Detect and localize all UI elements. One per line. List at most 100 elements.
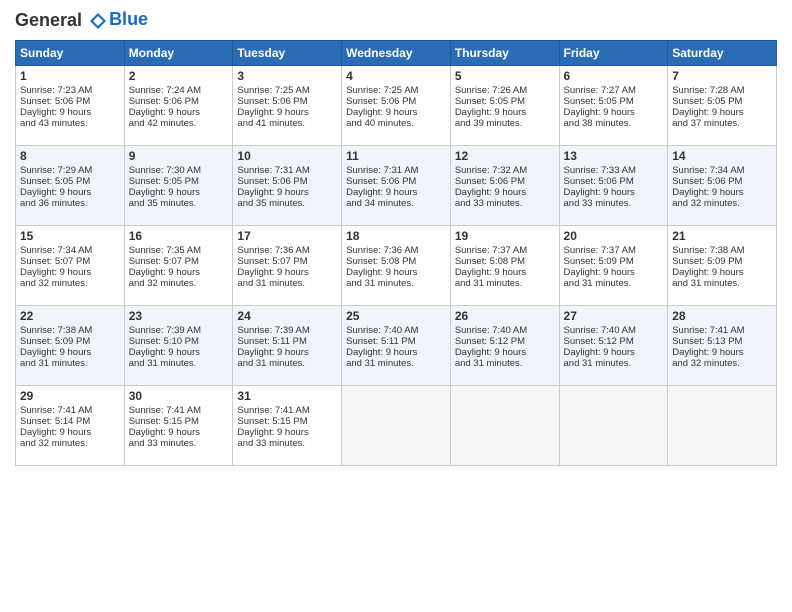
calendar-week-row: 1Sunrise: 7:23 AMSunset: 5:06 PMDaylight… bbox=[16, 65, 777, 145]
day-number: 7 bbox=[672, 69, 772, 83]
cell-line: and 31 minutes. bbox=[346, 278, 446, 289]
cell-line: and 39 minutes. bbox=[455, 118, 555, 129]
day-number: 8 bbox=[20, 149, 120, 163]
cell-line: Daylight: 9 hours bbox=[564, 107, 664, 118]
cell-line: Sunset: 5:06 PM bbox=[237, 176, 337, 187]
day-number: 6 bbox=[564, 69, 664, 83]
cell-line: Sunset: 5:05 PM bbox=[129, 176, 229, 187]
cell-line: Sunrise: 7:35 AM bbox=[129, 245, 229, 256]
cell-line: Sunrise: 7:26 AM bbox=[455, 85, 555, 96]
day-number: 22 bbox=[20, 309, 120, 323]
cell-line: Sunset: 5:15 PM bbox=[237, 416, 337, 427]
cell-line: Sunrise: 7:28 AM bbox=[672, 85, 772, 96]
day-number: 23 bbox=[129, 309, 229, 323]
cell-line: Daylight: 9 hours bbox=[672, 267, 772, 278]
cell-line: Daylight: 9 hours bbox=[237, 107, 337, 118]
page-header: General Blue bbox=[15, 10, 777, 32]
header-cell-friday: Friday bbox=[559, 40, 668, 65]
cell-line: and 32 minutes. bbox=[20, 438, 120, 449]
calendar-cell bbox=[342, 385, 451, 465]
cell-line: Sunrise: 7:41 AM bbox=[237, 405, 337, 416]
cell-line: and 38 minutes. bbox=[564, 118, 664, 129]
cell-line: and 31 minutes. bbox=[564, 358, 664, 369]
cell-line: Sunrise: 7:37 AM bbox=[564, 245, 664, 256]
cell-line: Daylight: 9 hours bbox=[129, 187, 229, 198]
cell-line: Sunset: 5:15 PM bbox=[129, 416, 229, 427]
cell-line: and 31 minutes. bbox=[672, 278, 772, 289]
calendar-cell: 8Sunrise: 7:29 AMSunset: 5:05 PMDaylight… bbox=[16, 145, 125, 225]
cell-line: and 31 minutes. bbox=[564, 278, 664, 289]
cell-line: Sunrise: 7:39 AM bbox=[129, 325, 229, 336]
day-number: 1 bbox=[20, 69, 120, 83]
calendar-cell: 16Sunrise: 7:35 AMSunset: 5:07 PMDayligh… bbox=[124, 225, 233, 305]
calendar-cell: 20 Sunrise: 7:37 AMSunset: 5:09 PMDayligh… bbox=[559, 225, 668, 305]
cell-line: Sunset: 5:06 PM bbox=[237, 96, 337, 107]
day-number: 4 bbox=[346, 69, 446, 83]
header-cell-tuesday: Tuesday bbox=[233, 40, 342, 65]
cell-line: Sunset: 5:05 PM bbox=[672, 96, 772, 107]
cell-line: Sunrise: 7:36 AM bbox=[346, 245, 446, 256]
cell-line: and 32 minutes. bbox=[20, 278, 120, 289]
cell-line: Sunrise: 7:23 AM bbox=[20, 85, 120, 96]
day-number: 3 bbox=[237, 69, 337, 83]
day-number: 16 bbox=[129, 229, 229, 243]
cell-line: Sunrise: 7:27 AM bbox=[564, 85, 664, 96]
calendar-cell: 6Sunrise: 7:27 AMSunset: 5:05 PMDaylight… bbox=[559, 65, 668, 145]
cell-line: Daylight: 9 hours bbox=[237, 347, 337, 358]
cell-line: Daylight: 9 hours bbox=[564, 187, 664, 198]
cell-line: Sunset: 5:06 PM bbox=[129, 96, 229, 107]
calendar-cell: 9Sunrise: 7:30 AMSunset: 5:05 PMDaylight… bbox=[124, 145, 233, 225]
day-number: 20 bbox=[564, 229, 664, 243]
cell-line: and 31 minutes. bbox=[20, 358, 120, 369]
calendar-cell: 25Sunrise: 7:40 AMSunset: 5:11 PMDayligh… bbox=[342, 305, 451, 385]
cell-line: Daylight: 9 hours bbox=[564, 347, 664, 358]
calendar-cell: 29Sunrise: 7:41 AMSunset: 5:14 PMDayligh… bbox=[16, 385, 125, 465]
calendar-cell: 23Sunrise: 7:39 AMSunset: 5:10 PMDayligh… bbox=[124, 305, 233, 385]
day-number: 14 bbox=[672, 149, 772, 163]
cell-line: and 42 minutes. bbox=[129, 118, 229, 129]
day-number: 28 bbox=[672, 309, 772, 323]
day-number: 17 bbox=[237, 229, 337, 243]
calendar-cell: 28Sunrise: 7:41 AMSunset: 5:13 PMDayligh… bbox=[668, 305, 777, 385]
cell-line: Sunrise: 7:34 AM bbox=[20, 245, 120, 256]
cell-line: Sunrise: 7:39 AM bbox=[237, 325, 337, 336]
day-number: 15 bbox=[20, 229, 120, 243]
calendar-cell: 11Sunrise: 7:31 AMSunset: 5:06 PMDayligh… bbox=[342, 145, 451, 225]
calendar-week-row: 15Sunrise: 7:34 AMSunset: 5:07 PMDayligh… bbox=[16, 225, 777, 305]
cell-line: Sunset: 5:06 PM bbox=[346, 96, 446, 107]
cell-line: and 31 minutes. bbox=[237, 278, 337, 289]
cell-line: Daylight: 9 hours bbox=[129, 427, 229, 438]
day-number: 21 bbox=[672, 229, 772, 243]
cell-line: Daylight: 9 hours bbox=[129, 107, 229, 118]
cell-line: Sunset: 5:13 PM bbox=[672, 336, 772, 347]
cell-line: Sunset: 5:12 PM bbox=[564, 336, 664, 347]
cell-line: Daylight: 9 hours bbox=[20, 267, 120, 278]
cell-line: Daylight: 9 hours bbox=[346, 347, 446, 358]
day-number: 31 bbox=[237, 389, 337, 403]
cell-line: Sunrise: 7:40 AM bbox=[346, 325, 446, 336]
calendar-week-row: 22Sunrise: 7:38 AMSunset: 5:09 PMDayligh… bbox=[16, 305, 777, 385]
cell-line: and 31 minutes. bbox=[346, 358, 446, 369]
cell-line: and 33 minutes. bbox=[455, 198, 555, 209]
calendar-cell: 1Sunrise: 7:23 AMSunset: 5:06 PMDaylight… bbox=[16, 65, 125, 145]
day-number: 18 bbox=[346, 229, 446, 243]
cell-line: Sunset: 5:06 PM bbox=[564, 176, 664, 187]
cell-line: and 31 minutes. bbox=[237, 358, 337, 369]
cell-line: Daylight: 9 hours bbox=[564, 267, 664, 278]
cell-line: and 32 minutes. bbox=[129, 278, 229, 289]
cell-line: Sunset: 5:12 PM bbox=[455, 336, 555, 347]
cell-line: Sunset: 5:06 PM bbox=[346, 176, 446, 187]
day-number: 30 bbox=[129, 389, 229, 403]
header-cell-wednesday: Wednesday bbox=[342, 40, 451, 65]
cell-line: Sunset: 5:10 PM bbox=[129, 336, 229, 347]
cell-line: and 37 minutes. bbox=[672, 118, 772, 129]
cell-line: Daylight: 9 hours bbox=[346, 107, 446, 118]
cell-line: Sunset: 5:09 PM bbox=[20, 336, 120, 347]
day-number: 12 bbox=[455, 149, 555, 163]
calendar-cell: 3Sunrise: 7:25 AMSunset: 5:06 PMDaylight… bbox=[233, 65, 342, 145]
cell-line: Sunrise: 7:34 AM bbox=[672, 165, 772, 176]
calendar-week-row: 8Sunrise: 7:29 AMSunset: 5:05 PMDaylight… bbox=[16, 145, 777, 225]
logo: General Blue bbox=[15, 10, 148, 32]
cell-line: Sunset: 5:09 PM bbox=[564, 256, 664, 267]
cell-line: Sunset: 5:06 PM bbox=[672, 176, 772, 187]
